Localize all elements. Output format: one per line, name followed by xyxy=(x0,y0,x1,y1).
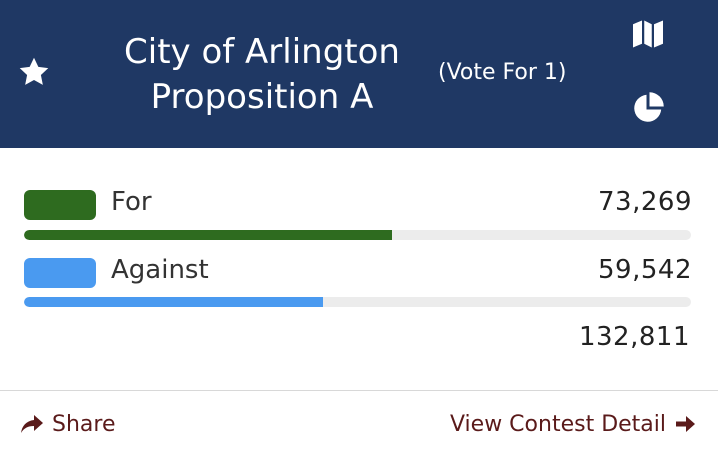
vote-for-label: (Vote For 1) xyxy=(438,60,567,85)
vote-share-fill-for xyxy=(24,230,392,240)
share-button[interactable]: Share xyxy=(20,408,116,440)
arrow-right-icon xyxy=(676,416,695,432)
vote-share-bar-against xyxy=(24,297,691,307)
choice-votes: 73,269 xyxy=(598,187,692,217)
contest-title-line1: City of Arlington xyxy=(124,32,400,72)
favorite-button[interactable] xyxy=(16,54,52,90)
choice-votes: 59,542 xyxy=(598,255,692,285)
vote-share-fill-against xyxy=(24,297,324,307)
star-icon xyxy=(19,57,49,85)
map-icon xyxy=(633,20,663,48)
choice-name: For xyxy=(111,187,152,217)
map-button[interactable] xyxy=(630,16,666,52)
contest-title: City of Arlington Proposition A xyxy=(92,30,432,120)
contest-title-line2: Proposition A xyxy=(150,77,374,117)
contest-header: City of Arlington Proposition A (Vote Fo… xyxy=(0,0,718,148)
vote-share-bar-for xyxy=(24,230,691,240)
share-label: Share xyxy=(52,411,116,437)
chart-button[interactable] xyxy=(630,90,666,126)
choice-color-swatch xyxy=(24,258,96,288)
footer-divider xyxy=(0,390,718,391)
choice-row-for: For 73,269 xyxy=(24,186,692,222)
choice-row-against: Against 59,542 xyxy=(24,254,692,290)
choice-name: Against xyxy=(111,255,209,285)
view-contest-detail-label: View Contest Detail xyxy=(449,411,666,437)
pie-chart-icon xyxy=(634,92,664,122)
share-arrow-icon xyxy=(21,415,43,433)
view-contest-detail-link[interactable]: View Contest Detail xyxy=(450,408,696,440)
total-votes: 132,811 xyxy=(578,322,690,352)
choice-color-swatch xyxy=(24,190,96,220)
